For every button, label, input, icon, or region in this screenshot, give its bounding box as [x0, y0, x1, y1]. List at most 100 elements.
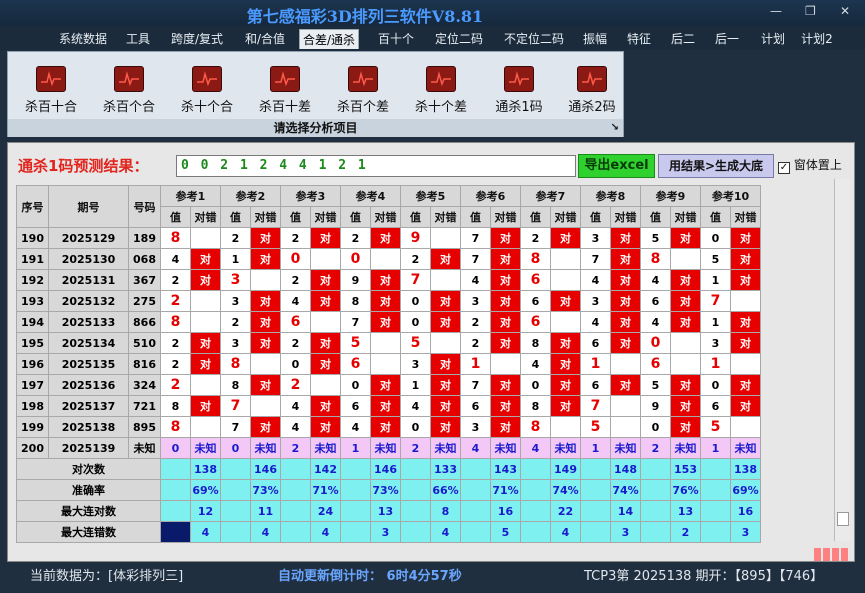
ref-value: 3 [460, 416, 491, 438]
table-row[interactable]: 192 2025131 367 2 对 3 2 对 9 对 7 4 对 6 4 对 4 对 1 对 [16, 269, 761, 291]
table-row[interactable]: 190 2025129 189 8 2 对 2 对 2 对 9 7 对 2 对 3 对 5 对 0 对 [16, 227, 761, 249]
menu-item-12[interactable]: 计划 [758, 29, 788, 49]
menu-item-8[interactable]: 振幅 [580, 29, 610, 49]
table-row[interactable]: 196 2025135 816 2 对 8 0 对 6 3 对 1 4 对 1 6 1 [16, 353, 761, 375]
menu-item-13[interactable]: 计划2 [800, 29, 834, 49]
ref-value: 8 [340, 290, 371, 312]
ref-value: 4 [160, 248, 191, 270]
ref-hit-mark: 对 [610, 374, 641, 396]
ribbon-button-6[interactable]: 通杀1码 [484, 66, 554, 115]
row-seq: 195 [16, 332, 49, 354]
menu-item-6[interactable]: 定位二码 [432, 29, 486, 49]
stats-value: 69% [730, 479, 761, 501]
ref-hit-mark [190, 227, 221, 249]
menu-item-3[interactable]: 和/合值 [241, 29, 289, 49]
maximize-icon[interactable]: ❐ [805, 4, 816, 18]
ref-value: 6 [520, 269, 551, 291]
table-row[interactable]: 197 2025136 324 2 8 对 2 0 对 1 对 7 对 0 对 6 对 5 对 0 对 [16, 374, 761, 396]
table-row[interactable]: 193 2025132 275 2 3 对 4 对 8 对 0 对 3 对 6 对 3 对 6 对 7 [16, 290, 761, 312]
stats-spacer [640, 458, 671, 480]
ref-hit-mark [310, 248, 341, 270]
ref-hit-mark: 对 [310, 227, 341, 249]
ref-hit-mark: 对 [430, 416, 461, 438]
ribbon-expand-icon[interactable]: ↘ [611, 119, 619, 137]
menu-item-9[interactable]: 特征 [624, 29, 654, 49]
ribbon-button-1[interactable]: 杀百个合 [94, 66, 164, 115]
stats-spacer [700, 521, 731, 543]
ref-value: 4 [340, 416, 371, 438]
ref-hit-mark: 对 [190, 395, 221, 417]
ribbon-button-2[interactable]: 杀十个合 [172, 66, 242, 115]
stats-label: 对次数 [16, 458, 161, 480]
ref-value: 3 [220, 290, 251, 312]
menu-item-2[interactable]: 跨度/复式 [168, 29, 226, 49]
update-countdown: 自动更新倒计时： 6时4分57秒 [278, 569, 462, 584]
ref-value: 2 [160, 290, 191, 312]
ref-hit-mark [430, 227, 461, 249]
table-row[interactable]: 198 2025137 721 8 对 7 4 对 6 对 4 对 6 对 8 对 7 9 对 6 对 [16, 395, 761, 417]
ref-hit-mark: 对 [550, 332, 581, 354]
pending-row[interactable]: 200 2025139 未知 0 未知 0 未知 2 未知 1 未知 2 未知 4 未知 4 未知 1 未知 2 未知 1… [16, 437, 761, 459]
ref-hit-mark: 对 [670, 416, 701, 438]
table-row[interactable]: 194 2025133 866 8 2 对 6 7 对 0 对 2 对 6 4 对 4 对 1 对 [16, 311, 761, 333]
ref-hit-mark: 对 [370, 227, 401, 249]
ref-hit-mark [670, 332, 701, 354]
ref-value: 5 [700, 248, 731, 270]
ref-hit-mark: 对 [730, 227, 761, 249]
ref-value: 7 [460, 227, 491, 249]
menu-item-5[interactable]: 百十个 [376, 29, 416, 49]
stats-value: 3 [610, 521, 641, 543]
ref-hit-mark [490, 353, 521, 375]
ribbon-button-4[interactable]: 杀百个差 [328, 66, 398, 115]
ref-value: 0 [700, 374, 731, 396]
ref-value: 4 [580, 269, 611, 291]
ref-hit-mark [550, 248, 581, 270]
ribbon-button-3[interactable]: 杀百十差 [250, 66, 320, 115]
table-row[interactable]: 191 2025130 068 4 对 1 对 0 0 2 对 7 对 8 7 对 8 5 对 [16, 248, 761, 270]
stats-value: 24 [310, 500, 341, 522]
subheader-hit: 对错 [550, 206, 581, 228]
stats-spacer [160, 521, 191, 543]
menu-item-1[interactable]: 工具 [123, 29, 153, 49]
export-excel-button[interactable]: 导出excel [578, 154, 655, 178]
menu-item-11[interactable]: 后一 [712, 29, 742, 49]
stats-value: 22 [550, 500, 581, 522]
menu-item-7[interactable]: 不定位二码 [501, 29, 567, 49]
stats-row: 最大连对数 12 11 24 13 8 16 22 14 13 16 [16, 500, 761, 522]
chart-icon [426, 66, 456, 92]
stats-spacer [460, 521, 491, 543]
ref-hit-mark: 对 [550, 227, 581, 249]
ribbon-footer-label: 请选择分析项目 [273, 121, 358, 135]
prediction-result-field[interactable]: 0 0 2 1 2 4 4 1 2 1 [176, 155, 576, 177]
row-issue: 2025130 [48, 248, 129, 270]
ref-hit-mark: 对 [370, 416, 401, 438]
stats-spacer [220, 521, 251, 543]
table-row[interactable]: 199 2025138 895 8 7 对 4 对 4 对 0 对 3 对 8 5 0 对 5 [16, 416, 761, 438]
ribbon-button-0[interactable]: 杀百十合 [16, 66, 86, 115]
ribbon-button-7[interactable]: 通杀2码 [557, 66, 627, 115]
row-number: 189 [128, 227, 161, 249]
menu-item-4[interactable]: 合差/通杀 [299, 29, 359, 49]
topmost-checkbox[interactable]: ✓ 窗体置上 [778, 156, 842, 174]
scrollbar-thumb[interactable] [837, 512, 849, 526]
ref-hit-mark: 对 [310, 290, 341, 312]
vertical-scrollbar[interactable] [834, 179, 850, 541]
stats-spacer [280, 479, 311, 501]
minimize-icon[interactable]: — [770, 4, 782, 18]
generate-base-button[interactable]: 用结果>生成大底 [658, 154, 774, 178]
title-bar[interactable]: 第七感福彩3D排列三软件V8.81 — ❐ ✕ [0, 0, 865, 26]
ref-hit-mark: 对 [730, 374, 761, 396]
stats-spacer [580, 521, 611, 543]
table-row[interactable]: 195 2025134 510 2 对 3 对 2 对 5 5 2 对 8 对 6 对 0 3 对 [16, 332, 761, 354]
header-ref-5: 参考5 [400, 185, 461, 207]
menu-item-0[interactable]: 系统数据 [55, 29, 111, 49]
ref-value: 5 [640, 374, 671, 396]
stats-spacer [640, 479, 671, 501]
ribbon-button-5[interactable]: 杀十个差 [406, 66, 476, 115]
close-icon[interactable]: ✕ [840, 4, 850, 18]
latest-draw-status: TCP3第 2025138 期开：【895】【746】 [584, 569, 824, 584]
stats-spacer [160, 500, 191, 522]
ref-value: 2 [340, 227, 371, 249]
menu-item-10[interactable]: 后二 [668, 29, 698, 49]
ref-hit-mark: 对 [550, 395, 581, 417]
